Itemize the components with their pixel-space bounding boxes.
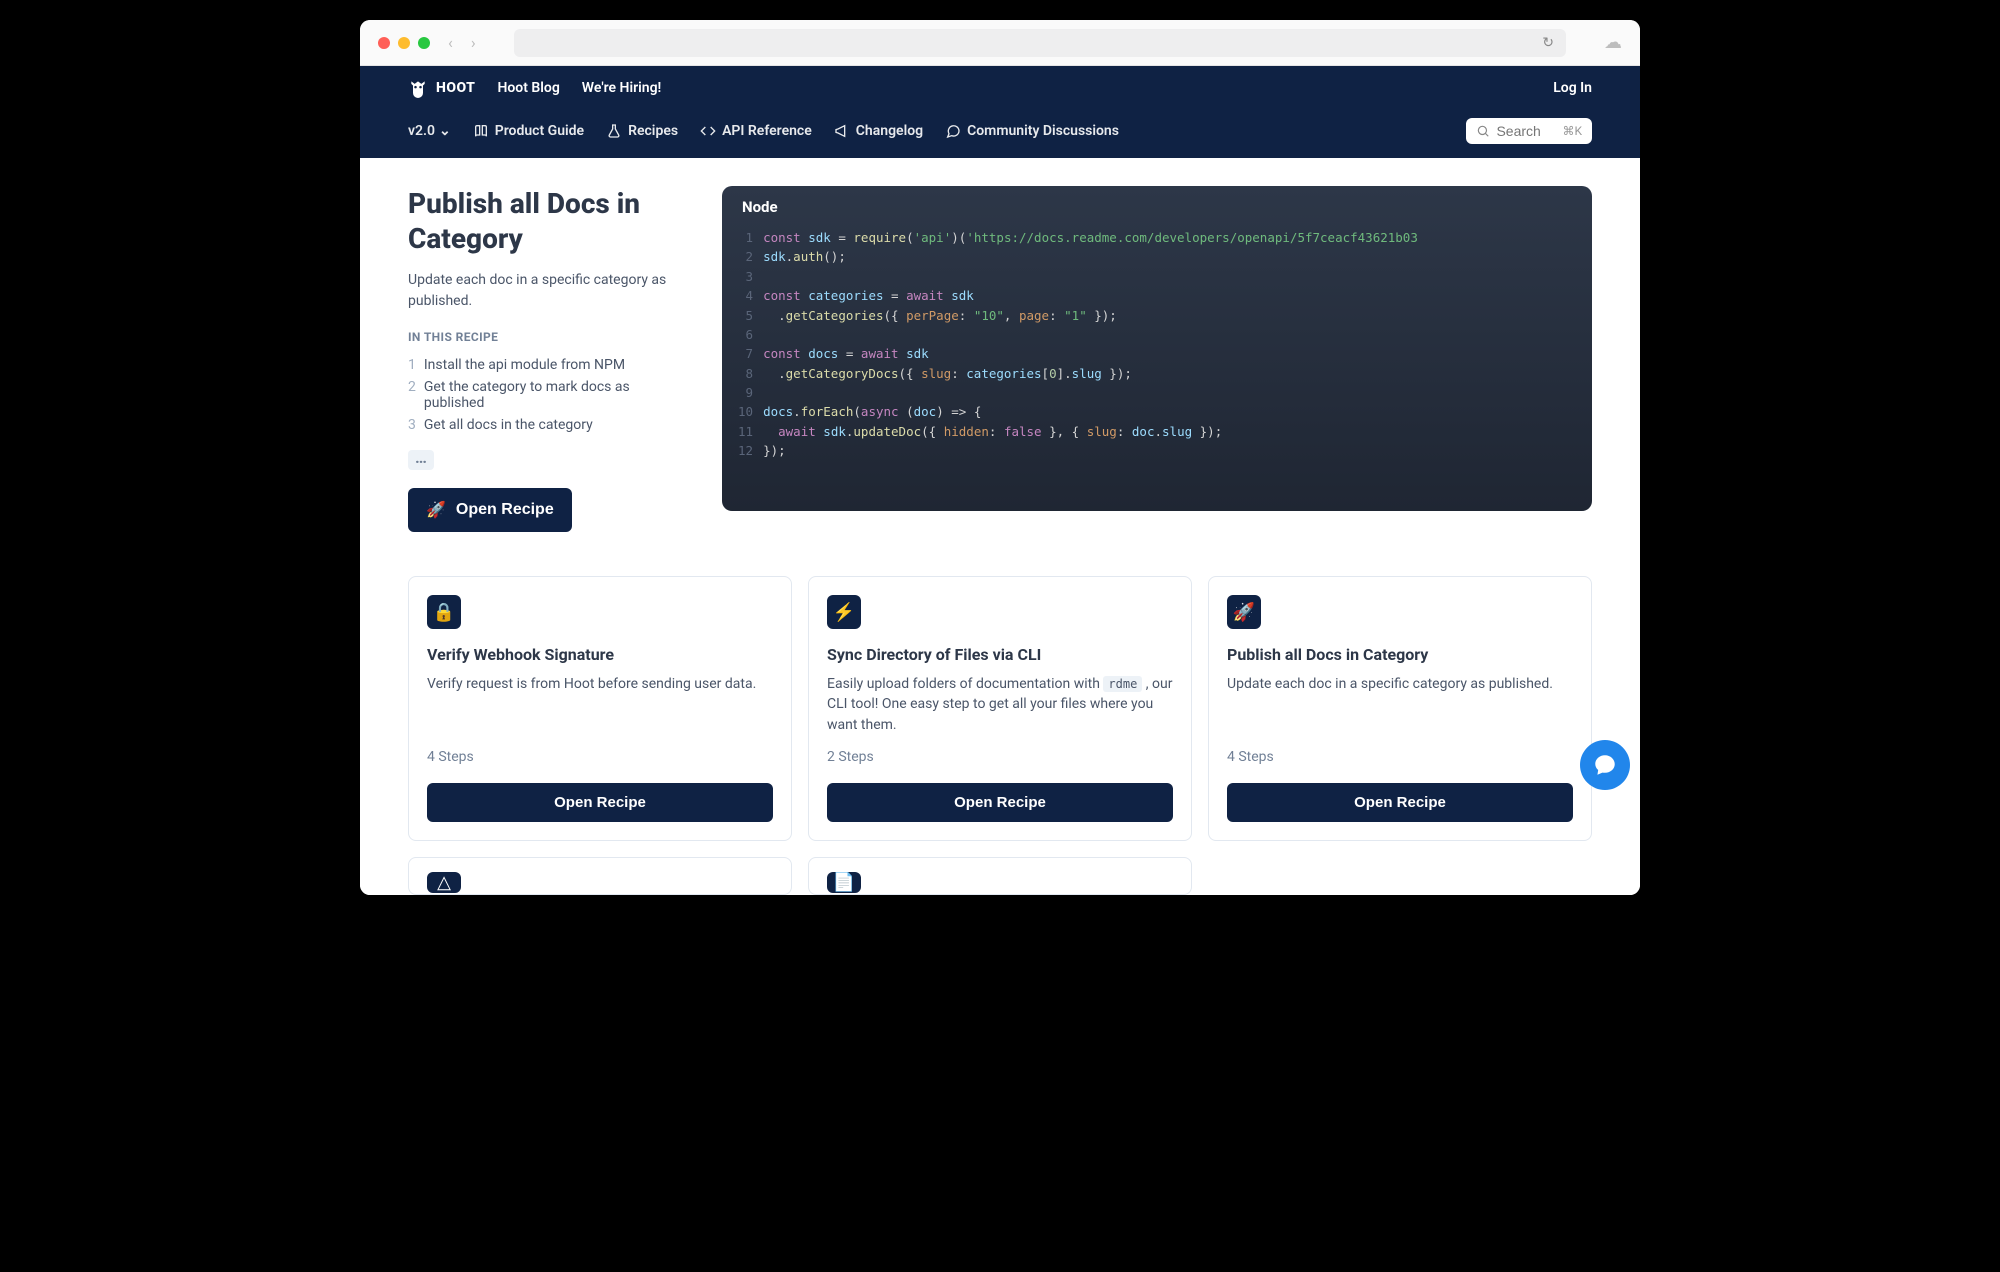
code-gutter: 123456789101112 bbox=[722, 228, 763, 461]
nav-api-reference[interactable]: API Reference bbox=[700, 123, 812, 139]
toc-item-text: Get the category to mark docs as publish… bbox=[424, 379, 678, 411]
browser-window: ‹ › ↻ ☁︎ HOOT Hoot Blog We're Hiring! Lo… bbox=[360, 20, 1640, 895]
forward-icon[interactable]: › bbox=[471, 33, 476, 52]
nav-recipes-label: Recipes bbox=[628, 123, 678, 139]
browser-nav-arrows: ‹ › bbox=[448, 33, 476, 52]
chat-widget-button[interactable] bbox=[1580, 740, 1630, 790]
open-recipe-button[interactable]: 🚀 Open Recipe bbox=[408, 488, 572, 532]
card-icon: 🔒 bbox=[427, 595, 461, 629]
book-icon bbox=[473, 123, 489, 139]
toc-item-number: 2 bbox=[408, 379, 416, 411]
hoot-blog-link[interactable]: Hoot Blog bbox=[497, 80, 559, 96]
card-icon: ⚡ bbox=[827, 595, 861, 629]
chat-icon bbox=[945, 123, 961, 139]
chevron-down-icon: ⌄ bbox=[439, 123, 451, 139]
hero: Publish all Docs in Category Update each… bbox=[408, 186, 1592, 532]
nav-api-reference-label: API Reference bbox=[722, 123, 812, 139]
search-input[interactable] bbox=[1496, 123, 1556, 139]
recipe-card[interactable]: 🔒 Verify Webhook Signature Verify request … bbox=[408, 576, 792, 841]
card-icon: 📄 bbox=[827, 872, 861, 893]
owl-logo-icon bbox=[408, 78, 428, 98]
brand-name: HOOT bbox=[436, 80, 475, 96]
recipe-card[interactable]: 🚀 Publish all Docs in Category Update each… bbox=[1208, 576, 1592, 841]
recipe-cards: 🔒 Verify Webhook Signature Verify request … bbox=[408, 576, 1592, 841]
toc-item[interactable]: 3 Get all docs in the category bbox=[408, 414, 678, 436]
nav-recipes[interactable]: Recipes bbox=[606, 123, 678, 139]
card-open-button[interactable]: Open Recipe bbox=[827, 783, 1173, 822]
toc-heading: IN THIS RECIPE bbox=[408, 330, 678, 344]
toc-item-number: 3 bbox=[408, 417, 416, 433]
recipe-card[interactable]: ⚡ Sync Directory of Files via CLI Easily u… bbox=[808, 576, 1192, 841]
page-subtitle: Update each doc in a specific category a… bbox=[408, 270, 678, 312]
code-lines[interactable]: const sdk = require('api')('https://docs… bbox=[763, 228, 1418, 461]
card-icon: △ bbox=[427, 872, 461, 893]
toc-item[interactable]: 1 Install the api module from NPM bbox=[408, 354, 678, 376]
recipe-cards-row2: △ 📄 bbox=[408, 857, 1592, 895]
card-steps: 4 Steps bbox=[427, 749, 773, 765]
card-steps: 2 Steps bbox=[827, 749, 1173, 765]
site-header: HOOT Hoot Blog We're Hiring! Log In v2.0… bbox=[360, 66, 1640, 158]
hiring-link[interactable]: We're Hiring! bbox=[582, 80, 662, 96]
version-label: v2.0 bbox=[408, 123, 435, 139]
version-selector[interactable]: v2.0 ⌄ bbox=[408, 123, 451, 139]
back-icon[interactable]: ‹ bbox=[448, 33, 453, 52]
toc-item-number: 1 bbox=[408, 357, 416, 373]
page-title: Publish all Docs in Category bbox=[408, 186, 678, 256]
hero-text: Publish all Docs in Category Update each… bbox=[408, 186, 678, 532]
inline-code: rdme bbox=[1103, 676, 1142, 692]
login-link[interactable]: Log In bbox=[1553, 80, 1592, 96]
search-icon bbox=[1476, 124, 1490, 138]
card-open-button[interactable]: Open Recipe bbox=[1227, 783, 1573, 822]
code-icon bbox=[700, 123, 716, 139]
nav-community-label: Community Discussions bbox=[967, 123, 1119, 139]
search-shortcut: ⌘K bbox=[1562, 124, 1582, 138]
toc-expand-button[interactable]: … bbox=[408, 450, 434, 470]
cloud-icon[interactable]: ☁︎ bbox=[1604, 32, 1622, 53]
open-recipe-label: Open Recipe bbox=[456, 501, 554, 519]
topbar: HOOT Hoot Blog We're Hiring! Log In bbox=[360, 66, 1640, 110]
card-description: Easily upload folders of documentation w… bbox=[827, 674, 1173, 735]
code-tab-node[interactable]: Node bbox=[722, 186, 1592, 228]
maximize-window-icon[interactable] bbox=[418, 37, 430, 49]
recipe-toc: 1 Install the api module from NPM 2Get the… bbox=[408, 354, 678, 436]
chat-bubble-icon bbox=[1592, 752, 1618, 778]
card-title: Publish all Docs in Category bbox=[1227, 645, 1573, 664]
card-description: Verify request is from Hoot before sendi… bbox=[427, 674, 773, 735]
search-box[interactable]: ⌘K bbox=[1466, 118, 1592, 144]
url-bar[interactable]: ↻ bbox=[514, 29, 1566, 57]
toc-item[interactable]: 2Get the category to mark docs as publis… bbox=[408, 376, 678, 414]
card-icon: 🚀 bbox=[1227, 595, 1261, 629]
recipe-card-stub[interactable]: 📄 bbox=[808, 857, 1192, 895]
nav-changelog-label: Changelog bbox=[856, 123, 923, 139]
toc-item-text: Get all docs in the category bbox=[424, 417, 593, 433]
card-title: Sync Directory of Files via CLI bbox=[827, 645, 1173, 664]
navbar: v2.0 ⌄ Product Guide Recipes API Referen… bbox=[360, 110, 1640, 158]
nav-product-guide-label: Product Guide bbox=[495, 123, 584, 139]
card-description: Update each doc in a specific category a… bbox=[1227, 674, 1573, 735]
code-block: Node 123456789101112 const sdk = require… bbox=[722, 186, 1592, 511]
card-open-button[interactable]: Open Recipe bbox=[427, 783, 773, 822]
megaphone-icon bbox=[834, 123, 850, 139]
card-title: Verify Webhook Signature bbox=[427, 645, 773, 664]
brand[interactable]: HOOT bbox=[408, 78, 475, 98]
close-window-icon[interactable] bbox=[378, 37, 390, 49]
nav-changelog[interactable]: Changelog bbox=[834, 123, 923, 139]
card-steps: 4 Steps bbox=[1227, 749, 1573, 765]
code-body: 123456789101112 const sdk = require('api… bbox=[722, 228, 1592, 511]
nav-product-guide[interactable]: Product Guide bbox=[473, 123, 584, 139]
recipe-card-stub[interactable]: △ bbox=[408, 857, 792, 895]
flask-icon bbox=[606, 123, 622, 139]
nav-community[interactable]: Community Discussions bbox=[945, 123, 1119, 139]
reload-icon[interactable]: ↻ bbox=[1542, 35, 1554, 51]
minimize-window-icon[interactable] bbox=[398, 37, 410, 49]
window-controls bbox=[378, 37, 430, 49]
main-content: Publish all Docs in Category Update each… bbox=[360, 158, 1640, 895]
browser-titlebar: ‹ › ↻ ☁︎ bbox=[360, 20, 1640, 66]
rocket-icon: 🚀 bbox=[426, 500, 446, 520]
toc-item-text: Install the api module from NPM bbox=[424, 357, 625, 373]
